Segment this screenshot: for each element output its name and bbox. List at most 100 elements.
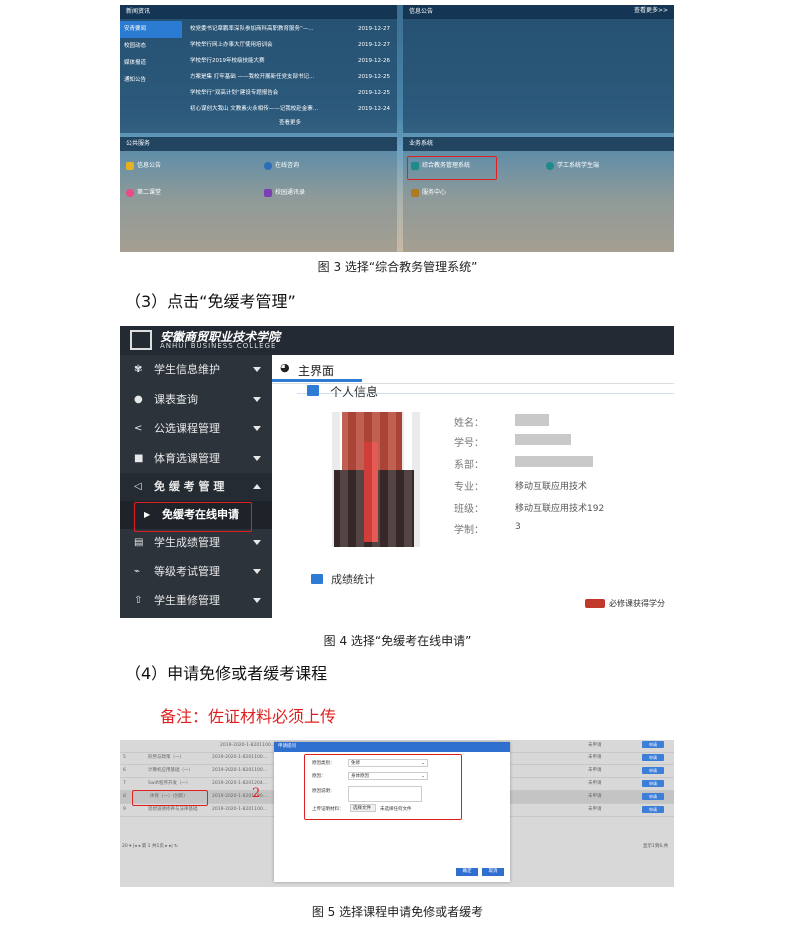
sidebar-menu: ✾ 学生信息维护 ● 课表查询 < 公选课程管理 ■ 体育选课管理 ◁ 免 缓 考 管 理… xyxy=(120,355,272,618)
figure-5-caption: 图 5 选择课程申请免修或者缓考 xyxy=(311,905,484,919)
legend-label: 必修课获得学分 xyxy=(609,599,665,608)
chevron-down-icon xyxy=(253,569,261,574)
chat-icon xyxy=(264,162,272,170)
student-affairs-link[interactable]: 学工系统学生端 xyxy=(546,159,599,173)
pager-summary: 显示1到6,共 xyxy=(643,844,669,849)
news-tab[interactable]: 校园动态 xyxy=(120,38,182,55)
tab-underline xyxy=(272,379,362,382)
field-dept-label: 系部： xyxy=(454,460,484,471)
figure-4-academic-system-screenshot: 安徽商贸职业技术学院 ANHUI BUSINESS COLLEGE ✾ 学生信息维… xyxy=(120,326,674,618)
news-tab[interactable]: 安青要闻 xyxy=(120,21,182,38)
legend-swatch xyxy=(585,599,605,608)
menu-grades[interactable]: ▤ 学生成绩管理 xyxy=(120,529,272,557)
news-item[interactable]: 方案是集 打牢基础 ——我校开展新任党支部书记... 2019-12-25 xyxy=(190,69,390,85)
menu-student-info[interactable]: ✾ 学生信息维护 xyxy=(120,356,272,384)
news-more-link[interactable]: 查看更多 xyxy=(190,117,390,129)
news-item[interactable]: 校党委书记章鹏率深队参加商科高职教育服务“—... 2019-12-27 xyxy=(190,21,390,37)
school-logo-icon xyxy=(130,330,152,350)
chevron-down-icon xyxy=(253,367,261,372)
news-list: 校党委书记章鹏率深队参加商科高职教育服务“—... 2019-12-27 学校举行… xyxy=(190,21,390,129)
news-item[interactable]: 初心谋创大我山 文教素火永相传——记我校赴金寨... 2019-12-24 xyxy=(190,101,390,117)
share-icon: < xyxy=(134,423,143,434)
note-text: 备注：佐证材料必须上传 xyxy=(160,707,337,726)
redacted-name xyxy=(515,414,549,426)
highlight-box xyxy=(304,754,462,820)
figure-4-caption: 图 4 选择“免缓考在线申请” xyxy=(323,634,472,648)
building-icon xyxy=(411,189,419,197)
figure-3-caption: 图 3 选择“综合教务管理系统” xyxy=(317,260,478,274)
service-directory[interactable]: 校园通讯录 xyxy=(264,186,305,200)
field-years-value: 3 xyxy=(515,522,521,532)
school-name-en: ANHUI BUSINESS COLLEGE xyxy=(160,342,277,350)
step-3-heading: （3）点击“免缓考管理” xyxy=(125,292,296,311)
tab-main[interactable]: 主界面 xyxy=(298,362,334,379)
news-tab[interactable]: 通知公告 xyxy=(120,72,182,89)
field-name-label: 姓名： xyxy=(454,418,484,429)
service-notice[interactable]: 信息公告 xyxy=(126,159,161,173)
service-consult[interactable]: 在线咨询 xyxy=(264,159,299,173)
menu-sports[interactable]: ■ 体育选课管理 xyxy=(120,445,272,473)
service-center-link[interactable]: 服务中心 xyxy=(411,186,446,200)
chevron-up-icon xyxy=(253,484,261,489)
info-panel: 信息公告 查看更多>> xyxy=(403,5,674,133)
apply-button[interactable]: 申请 xyxy=(642,741,664,748)
confirm-button[interactable]: 确定 xyxy=(456,868,478,876)
chevron-down-icon xyxy=(253,598,261,603)
apply-button[interactable]: 申请 xyxy=(642,754,664,761)
section-grade-stats: 成绩统计 xyxy=(331,573,375,586)
chat-icon xyxy=(546,162,554,170)
chevron-down-icon xyxy=(253,456,261,461)
news-tab[interactable]: 媒体报道 xyxy=(120,55,182,72)
news-panel: 新闻资讯 安青要闻 校园动态 媒体报道 通知公告 校党委书记章鹏率深队参加商科高… xyxy=(120,5,397,133)
send-icon: ◁ xyxy=(134,481,142,492)
chart-icon xyxy=(311,574,323,584)
highlight-box xyxy=(132,790,208,806)
book-icon xyxy=(264,189,272,197)
public-panel-title: 公共服务 xyxy=(120,137,397,151)
shirt-icon: ⇧ xyxy=(134,595,143,606)
news-item[interactable]: 学校举行2019年校级技能大赛 2019-12-26 xyxy=(190,53,390,69)
news-panel-title: 新闻资讯 xyxy=(120,5,397,19)
gear-icon: ✾ xyxy=(134,364,143,375)
field-major-value: 移动互联应用技术 xyxy=(515,482,588,492)
figure-5-application-screenshot: 2019-2020-1-8201100... 未申请 申请 5 形势与政策（一） 20… xyxy=(120,740,674,887)
user-card-icon xyxy=(307,385,319,396)
chevron-down-icon xyxy=(253,540,261,545)
apply-dialog: 申请提问 原因类别： 免修 ⌄ 原因： 身体原因 ⌄ 原因说明： 上传证明材料： 选… xyxy=(274,742,510,882)
info-more-link[interactable]: 查看更多>> xyxy=(634,5,668,14)
service-second-class[interactable]: 第二课堂 xyxy=(126,186,161,200)
public-services-panel: 公共服务 信息公告 在线咨询 第二课堂 校园通讯录 xyxy=(120,137,397,252)
pager[interactable]: 20 ▾ |◂ ◂ 第 1 共1页 ▸ ▸| ↻ xyxy=(122,843,178,849)
chevron-down-icon xyxy=(253,397,261,402)
menu-exemption[interactable]: ◁ 免 缓 考 管 理 xyxy=(120,473,272,501)
redacted-id xyxy=(515,434,571,445)
highlight-box xyxy=(134,502,252,532)
top-banner: 安徽商贸职业技术学院 ANHUI BUSINESS COLLEGE xyxy=(120,326,674,355)
highlight-box xyxy=(407,156,497,180)
business-panel-title: 业务系统 xyxy=(403,137,674,151)
menu-elective[interactable]: < 公选课程管理 xyxy=(120,415,272,443)
news-item[interactable]: 学校举行“双高计划”建设专题报告会 2019-12-25 xyxy=(190,85,390,101)
menu-timetable[interactable]: ● 课表查询 xyxy=(120,386,272,414)
apply-button[interactable]: 申请 xyxy=(642,806,664,813)
circle-icon: ● xyxy=(134,394,143,405)
tab-bar: ◕ 主界面 xyxy=(272,355,674,384)
menu-level-exam[interactable]: ⌁ 等级考试管理 xyxy=(120,558,272,586)
apply-button[interactable]: 申请 xyxy=(642,780,664,787)
step-4-heading: （4）申请免修或者缓考课程 xyxy=(125,664,328,683)
business-systems-panel: 业务系统 综合教务管理系统 学工系统学生端 服务中心 xyxy=(403,137,674,252)
document-icon: ▤ xyxy=(134,537,144,548)
annotation-number: 2 xyxy=(252,786,261,801)
menu-retake[interactable]: ⇧ 学生重修管理 xyxy=(120,587,272,615)
chevron-down-icon xyxy=(253,426,261,431)
apply-button[interactable]: 申请 xyxy=(642,793,664,800)
avatar xyxy=(324,412,424,547)
cancel-button[interactable]: 取消 xyxy=(482,868,504,876)
field-id-label: 学号： xyxy=(454,438,484,449)
section-personal-info: 个人信息 xyxy=(330,385,379,399)
pulse-icon: ⌁ xyxy=(134,566,141,577)
news-item[interactable]: 学校举行网上办事大厅使用培训会 2019-12-27 xyxy=(190,37,390,53)
field-class-value: 移动互联应用技术192 xyxy=(515,504,605,514)
apply-button[interactable]: 申请 xyxy=(642,767,664,774)
dialog-title: 申请提问 xyxy=(274,742,510,752)
